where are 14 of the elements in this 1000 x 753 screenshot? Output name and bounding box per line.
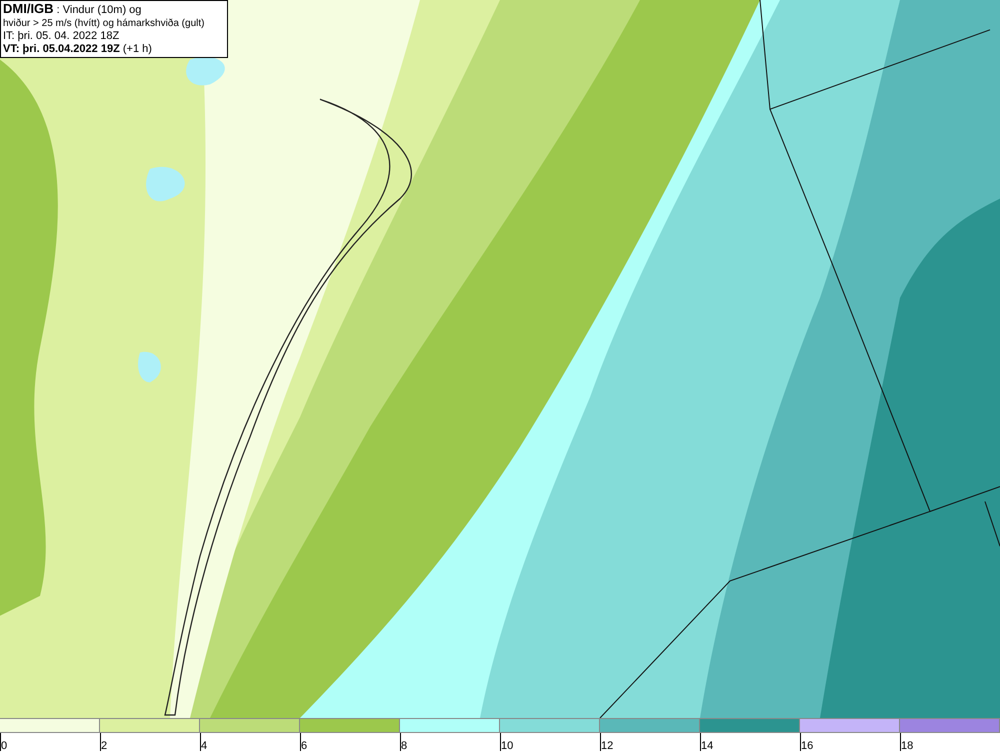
legend-label: 6 — [301, 740, 308, 752]
legend-label: 4 — [201, 740, 208, 752]
legend-label: 0 — [1, 740, 8, 752]
legend-label: 8 — [401, 740, 408, 752]
description-line: hviður > 25 m/s (hvítt) og hámarkshviða (gult) — [3, 17, 206, 30]
legend-label: 16 — [801, 740, 814, 752]
legend-label: 10 — [501, 740, 514, 752]
legend-label: 2 — [101, 740, 108, 752]
legend-label: 12 — [601, 740, 614, 752]
legend-label: 18 — [901, 740, 914, 752]
valid-time: VT: þri. 05.04.2022 19Z (+1 h) — [3, 43, 153, 56]
legend-label: 14 — [701, 740, 714, 752]
initial-time: IT: þri. 05. 04. 2022 18Z — [3, 30, 120, 43]
title-line: DMI/IGB : Vindur (10m) og — [3, 2, 142, 17]
